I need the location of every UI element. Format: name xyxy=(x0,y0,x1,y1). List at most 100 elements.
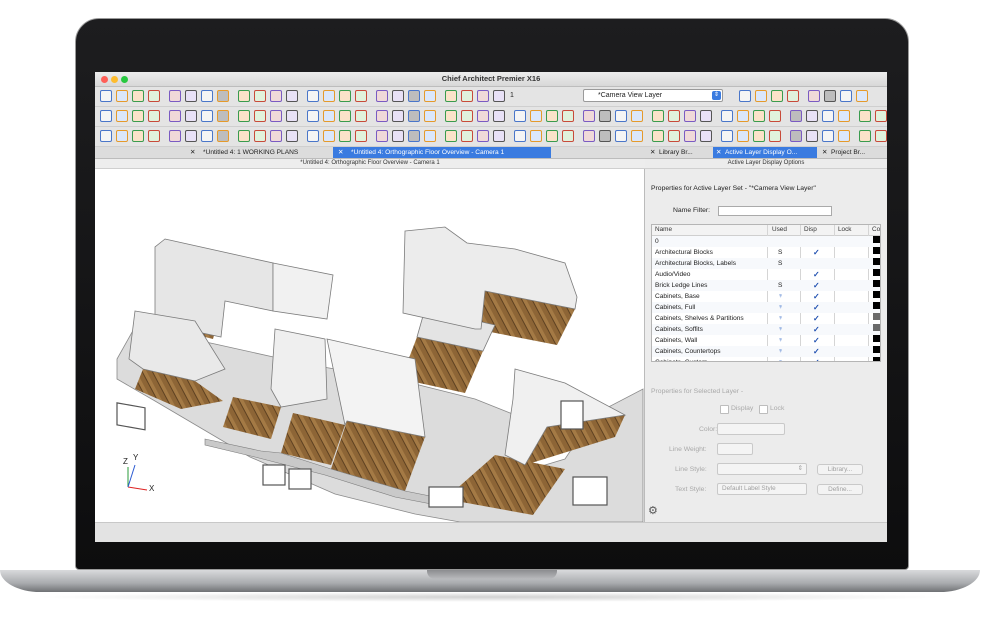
toolbar-button[interactable] xyxy=(599,130,611,142)
toolbar-button[interactable] xyxy=(254,110,266,122)
layer-display-check[interactable]: ✓ xyxy=(813,335,820,346)
layer-row[interactable]: Cabinets, Shelves & Partitions ♆ ✓ xyxy=(652,313,880,324)
toolbar-button[interactable] xyxy=(424,90,436,102)
text-style-select[interactable]: Default Label Style xyxy=(717,483,807,495)
tab-library-browser[interactable]: ✕ Library Br... xyxy=(647,147,711,158)
toolbar-button[interactable] xyxy=(684,110,696,122)
toolbar-button[interactable] xyxy=(838,110,850,122)
layer-color-swatch[interactable] xyxy=(873,346,880,353)
toolbar-button[interactable] xyxy=(856,90,868,102)
toolbar-button[interactable] xyxy=(286,130,298,142)
toolbar-button[interactable] xyxy=(615,130,627,142)
color-field[interactable] xyxy=(717,423,785,435)
col-disp[interactable]: Disp xyxy=(804,225,817,235)
toolbar-button[interactable] xyxy=(392,110,404,122)
col-lock[interactable]: Lock xyxy=(838,225,852,235)
toolbar-button[interactable] xyxy=(700,130,712,142)
toolbar-button[interactable] xyxy=(787,90,799,102)
toolbar-button[interactable] xyxy=(307,90,319,102)
close-window-button[interactable] xyxy=(101,76,108,83)
toolbar-button[interactable] xyxy=(100,130,112,142)
toolbar-button[interactable] xyxy=(185,130,197,142)
layer-row[interactable]: Architectural Blocks S ✓ xyxy=(652,247,880,258)
toolbar-button[interactable] xyxy=(461,90,473,102)
toolbar-button[interactable] xyxy=(859,130,871,142)
toolbar-button[interactable] xyxy=(840,90,852,102)
toolbar-button[interactable] xyxy=(169,90,181,102)
layer-color-swatch[interactable] xyxy=(873,302,880,309)
toolbar-button[interactable] xyxy=(376,90,388,102)
toolbar-button[interactable] xyxy=(808,90,820,102)
minimize-window-button[interactable] xyxy=(111,76,118,83)
toolbar-button[interactable] xyxy=(270,130,282,142)
layer-row[interactable]: Cabinets, Custom ... ♆ ✓ xyxy=(652,357,880,361)
toolbar-button[interactable] xyxy=(148,130,160,142)
toolbar-button[interactable] xyxy=(286,110,298,122)
layer-display-check[interactable]: ✓ xyxy=(813,324,820,335)
toolbar-button[interactable] xyxy=(668,110,680,122)
toolbar-button[interactable] xyxy=(652,130,664,142)
layer-display-check[interactable]: ✓ xyxy=(813,291,820,302)
toolbar-button[interactable] xyxy=(737,110,749,122)
toolbar-button[interactable] xyxy=(339,110,351,122)
tab-project-browser[interactable]: ✕ Project Br... xyxy=(819,147,887,158)
toolbar-button[interactable] xyxy=(790,130,802,142)
toolbar-button[interactable] xyxy=(445,90,457,102)
layer-display-check[interactable]: ✓ xyxy=(813,280,820,291)
layer-color-swatch[interactable] xyxy=(873,280,880,287)
layer-display-check[interactable]: ✓ xyxy=(813,346,820,357)
toolbar-button[interactable] xyxy=(875,110,887,122)
toolbar-button[interactable] xyxy=(530,110,542,122)
toolbar-button[interactable] xyxy=(546,110,558,122)
layer-color-swatch[interactable] xyxy=(873,357,880,361)
toolbar-button[interactable] xyxy=(493,130,505,142)
layer-row[interactable]: Architectural Blocks, Labels S xyxy=(652,258,880,269)
toolbar-button[interactable] xyxy=(286,90,298,102)
toolbar-button[interactable] xyxy=(477,90,489,102)
layer-color-swatch[interactable] xyxy=(873,258,880,265)
tab-working-plans[interactable]: ✕ *Untitled 4: 1 WORKING PLANS xyxy=(185,147,333,158)
col-used[interactable]: Used xyxy=(772,225,787,235)
toolbar-button[interactable] xyxy=(875,130,887,142)
toolbar-button[interactable] xyxy=(755,90,767,102)
layer-color-swatch[interactable] xyxy=(873,247,880,254)
layer-display-check[interactable]: ✓ xyxy=(813,313,820,324)
toolbar-button[interactable] xyxy=(822,110,834,122)
toolbar-button[interactable] xyxy=(668,130,680,142)
toolbar-button[interactable] xyxy=(461,110,473,122)
toolbar-button[interactable] xyxy=(806,110,818,122)
layer-display-check[interactable]: ✓ xyxy=(813,302,820,313)
toolbar-button[interactable] xyxy=(477,110,489,122)
close-icon[interactable]: ✕ xyxy=(716,147,722,158)
library-button[interactable]: Library... xyxy=(817,464,863,475)
toolbar-button[interactable] xyxy=(514,110,526,122)
toolbar-button[interactable] xyxy=(562,130,574,142)
toolbar-button[interactable] xyxy=(132,90,144,102)
name-filter-input[interactable] xyxy=(718,206,832,216)
layer-display-check[interactable]: ✓ xyxy=(813,357,820,361)
close-icon[interactable]: ✕ xyxy=(338,147,344,158)
layer-color-swatch[interactable] xyxy=(873,236,880,243)
col-color[interactable]: Co xyxy=(872,225,880,235)
toolbar-button[interactable] xyxy=(753,130,765,142)
close-icon[interactable]: ✕ xyxy=(650,147,656,158)
layer-row[interactable]: Audio/Video ✓ xyxy=(652,269,880,280)
layer-color-swatch[interactable] xyxy=(873,324,880,331)
toolbar-button[interactable] xyxy=(323,130,335,142)
toolbar-button[interactable] xyxy=(100,90,112,102)
layer-display-check[interactable]: ✓ xyxy=(813,247,820,258)
col-name[interactable]: Name xyxy=(655,225,672,235)
layer-color-swatch[interactable] xyxy=(873,313,880,320)
toolbar-button[interactable] xyxy=(148,110,160,122)
toolbar-button[interactable] xyxy=(477,130,489,142)
toolbar-button[interactable] xyxy=(700,110,712,122)
toolbar-button[interactable] xyxy=(217,110,229,122)
toolbar-button[interactable] xyxy=(514,130,526,142)
toolbar-button[interactable] xyxy=(652,110,664,122)
toolbar-button[interactable] xyxy=(376,130,388,142)
toolbar-button[interactable] xyxy=(217,130,229,142)
display-checkbox[interactable] xyxy=(720,405,729,414)
toolbar-button[interactable] xyxy=(355,90,367,102)
toolbar-button[interactable] xyxy=(201,90,213,102)
toolbar-button[interactable] xyxy=(116,90,128,102)
